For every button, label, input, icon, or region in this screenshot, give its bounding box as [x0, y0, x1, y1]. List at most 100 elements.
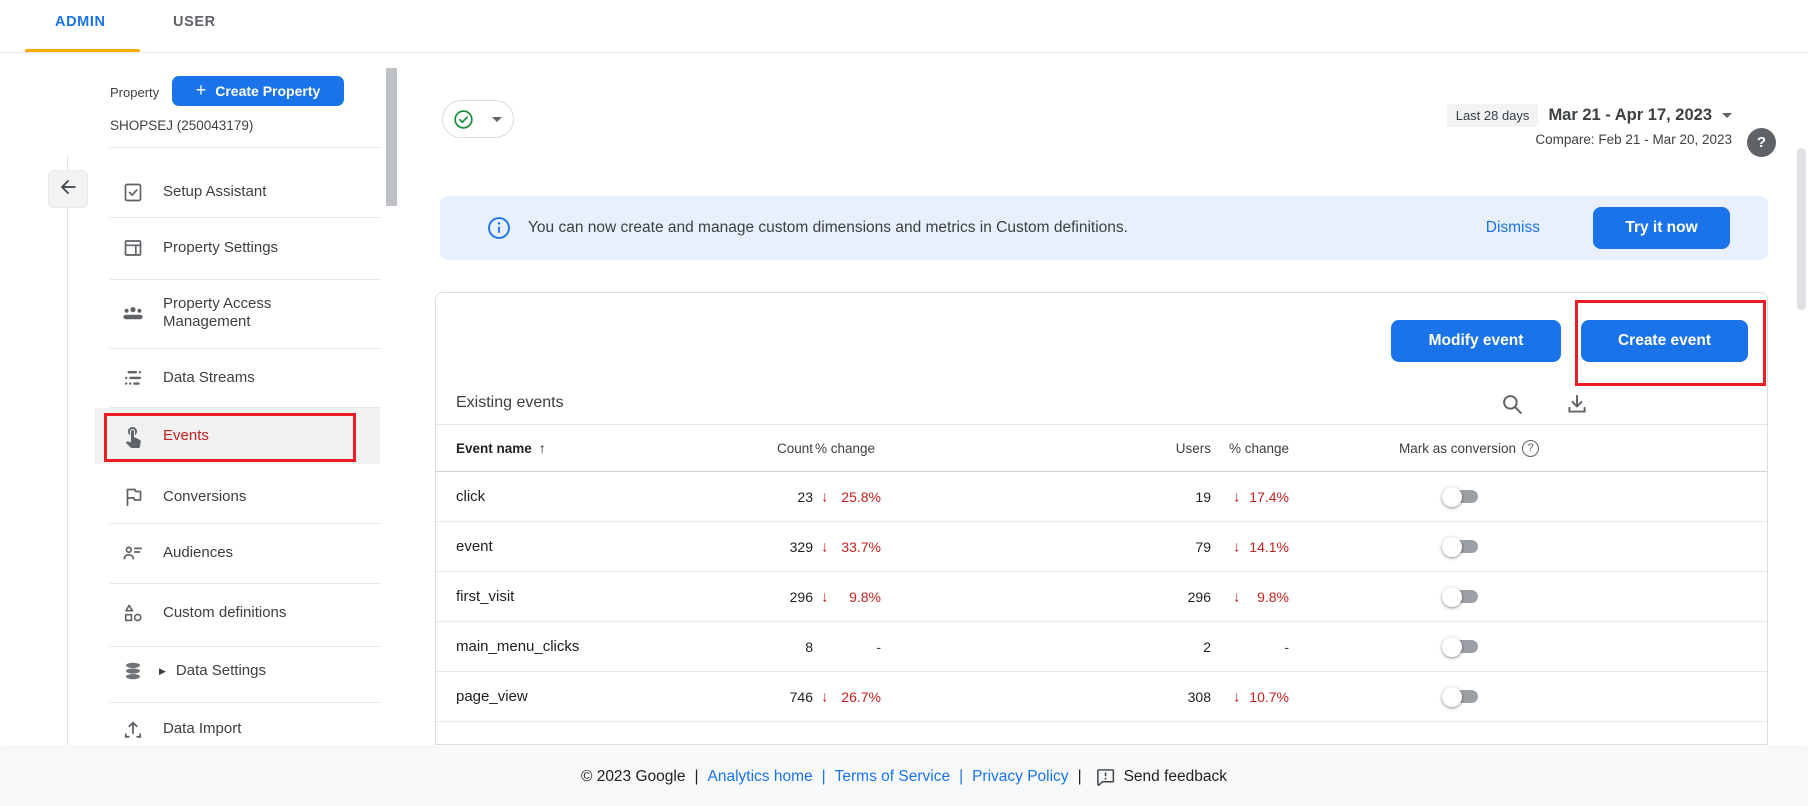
sidebar-item-label: Setup Assistant	[163, 183, 266, 201]
date-range-picker[interactable]: Last 28 days Mar 21 - Apr 17, 2023 Compa…	[1447, 104, 1732, 147]
tab-user-label: USER	[173, 14, 216, 30]
footer-link-terms-of-service[interactable]: Terms of Service	[835, 768, 950, 786]
sidebar-item-label: Conversions	[163, 488, 246, 506]
toggle-knob	[1442, 637, 1462, 657]
mark-as-conversion-toggle[interactable]	[1442, 687, 1480, 707]
column-users[interactable]: Users	[1076, 425, 1211, 471]
sidebar-collapse-button[interactable]	[48, 170, 88, 208]
create-property-button[interactable]: + Create Property	[172, 76, 344, 106]
divider	[110, 583, 380, 584]
users-change-cell: ↓10.7%	[1231, 672, 1289, 721]
sidebar-item-events[interactable]: Events	[95, 408, 380, 464]
try-it-now-button[interactable]: Try it now	[1593, 207, 1730, 249]
footer-link-privacy-policy[interactable]: Privacy Policy	[972, 768, 1068, 786]
sidebar-item-data-settings[interactable]: ▶ Data Settings	[95, 646, 380, 696]
sidebar-item-custom-definitions[interactable]: Custom definitions	[95, 588, 380, 638]
help-button[interactable]: ?	[1747, 128, 1776, 157]
footer-separator: |	[822, 768, 826, 786]
custom-definitions-icon	[121, 601, 145, 625]
tab-admin-label: ADMIN	[55, 14, 106, 30]
dismiss-button[interactable]: Dismiss	[1486, 196, 1540, 260]
section-title: Existing events	[456, 381, 564, 424]
chevron-down-icon	[492, 117, 502, 122]
event-count: 23	[676, 472, 813, 521]
sidebar-scrollbar-thumb[interactable]	[386, 68, 397, 206]
send-feedback-button[interactable]: Send feedback	[1095, 766, 1227, 787]
expand-icon[interactable]: ▶	[159, 666, 166, 677]
column-count-change[interactable]: % change	[809, 425, 875, 471]
mark-as-conversion-toggle[interactable]	[1442, 587, 1480, 607]
feedback-icon	[1095, 766, 1116, 787]
divider	[110, 348, 380, 349]
chevron-down-icon	[1722, 113, 1732, 118]
count-change-cell: ↓25.8%	[819, 472, 881, 521]
users-change-cell: ↓14.1%	[1231, 522, 1289, 571]
toggle-knob	[1442, 687, 1462, 707]
mark-as-conversion-toggle[interactable]	[1442, 487, 1480, 507]
data-quality-dropdown[interactable]	[442, 100, 514, 138]
setup-assistant-icon	[121, 180, 145, 204]
sidebar-item-property-access-management[interactable]: Property Access Management	[95, 283, 380, 343]
footer-link-analytics-home[interactable]: Analytics home	[708, 768, 813, 786]
sidebar-item-data-streams[interactable]: Data Streams	[95, 353, 380, 403]
sort-ascending-icon: ↑	[539, 440, 546, 456]
modify-event-button[interactable]: Modify event	[1391, 320, 1561, 362]
footer-separator: |	[1078, 768, 1082, 786]
sidebar-item-label: Data Streams	[163, 369, 255, 387]
divider	[110, 523, 380, 524]
create-property-label: Create Property	[215, 83, 320, 99]
sidebar-item-property-settings[interactable]: Property Settings	[95, 223, 380, 273]
count-change-cell: -	[819, 622, 881, 671]
footer-separator: |	[959, 768, 963, 786]
banner-message: You can now create and manage custom dim…	[528, 196, 1128, 260]
property-section-label: Property	[110, 85, 159, 100]
down-arrow-icon: ↓	[821, 588, 829, 605]
sidebar-vertical-divider	[67, 155, 68, 745]
sidebar-item-label: Custom definitions	[163, 604, 286, 622]
table-header-row: Event name ↑ Count % change Users % chan…	[436, 425, 1767, 472]
event-users: 296	[1076, 572, 1211, 621]
count-change-value: 9.8%	[849, 589, 881, 605]
help-tooltip-icon[interactable]: ?	[1522, 440, 1539, 457]
sidebar-item-setup-assistant[interactable]: Setup Assistant	[95, 167, 380, 217]
users-change-value: -	[1284, 639, 1289, 655]
users-change-value: 9.8%	[1257, 589, 1289, 605]
column-event-name[interactable]: Event name ↑	[456, 425, 546, 471]
column-count[interactable]: Count	[676, 425, 813, 471]
event-name: main_menu_clicks	[456, 622, 579, 671]
tab-admin[interactable]: ADMIN	[55, 0, 106, 66]
mark-as-conversion-toggle[interactable]	[1442, 637, 1480, 657]
copyright-text: © 2023 Google	[581, 768, 686, 786]
event-name: page_view	[456, 672, 528, 721]
event-users: 79	[1076, 522, 1211, 571]
existing-events-card: Modify event Create event Existing event…	[435, 292, 1768, 745]
users-change-value: 10.7%	[1249, 689, 1289, 705]
custom-definitions-banner: You can now create and manage custom dim…	[440, 196, 1768, 260]
mark-as-conversion-toggle[interactable]	[1442, 537, 1480, 557]
event-name: click	[456, 472, 485, 521]
column-mark-as-conversion: Mark as conversion ?	[1381, 425, 1539, 471]
question-mark-icon: ?	[1757, 134, 1766, 151]
column-users-change[interactable]: % change	[1223, 425, 1289, 471]
create-event-button[interactable]: Create event	[1581, 320, 1748, 362]
download-button[interactable]	[1563, 391, 1591, 419]
sidebar-item-conversions[interactable]: Conversions	[95, 472, 380, 522]
property-name: SHOPSEJ (250043179)	[110, 118, 253, 133]
count-change-value: 26.7%	[841, 689, 881, 705]
down-arrow-icon: ↓	[821, 538, 829, 555]
info-icon	[486, 215, 512, 241]
users-change-cell: ↓ 9.8%	[1231, 572, 1289, 621]
down-arrow-icon: ↓	[1233, 588, 1241, 605]
users-change-value: 14.1%	[1249, 539, 1289, 555]
page-scrollbar-thumb[interactable]	[1797, 148, 1806, 310]
sidebar-item-label: Property Access Management	[163, 295, 323, 331]
tab-user[interactable]: USER	[173, 0, 216, 66]
sidebar-item-audiences[interactable]: Audiences	[95, 528, 380, 578]
download-icon	[1564, 391, 1590, 417]
search-button[interactable]	[1498, 391, 1526, 419]
date-preset-badge: Last 28 days	[1447, 104, 1539, 127]
active-tab-underline	[25, 49, 140, 52]
date-range-value: Mar 21 - Apr 17, 2023	[1548, 106, 1712, 125]
back-arrow-icon	[57, 176, 79, 203]
sidebar-item-label: Events	[163, 427, 209, 445]
